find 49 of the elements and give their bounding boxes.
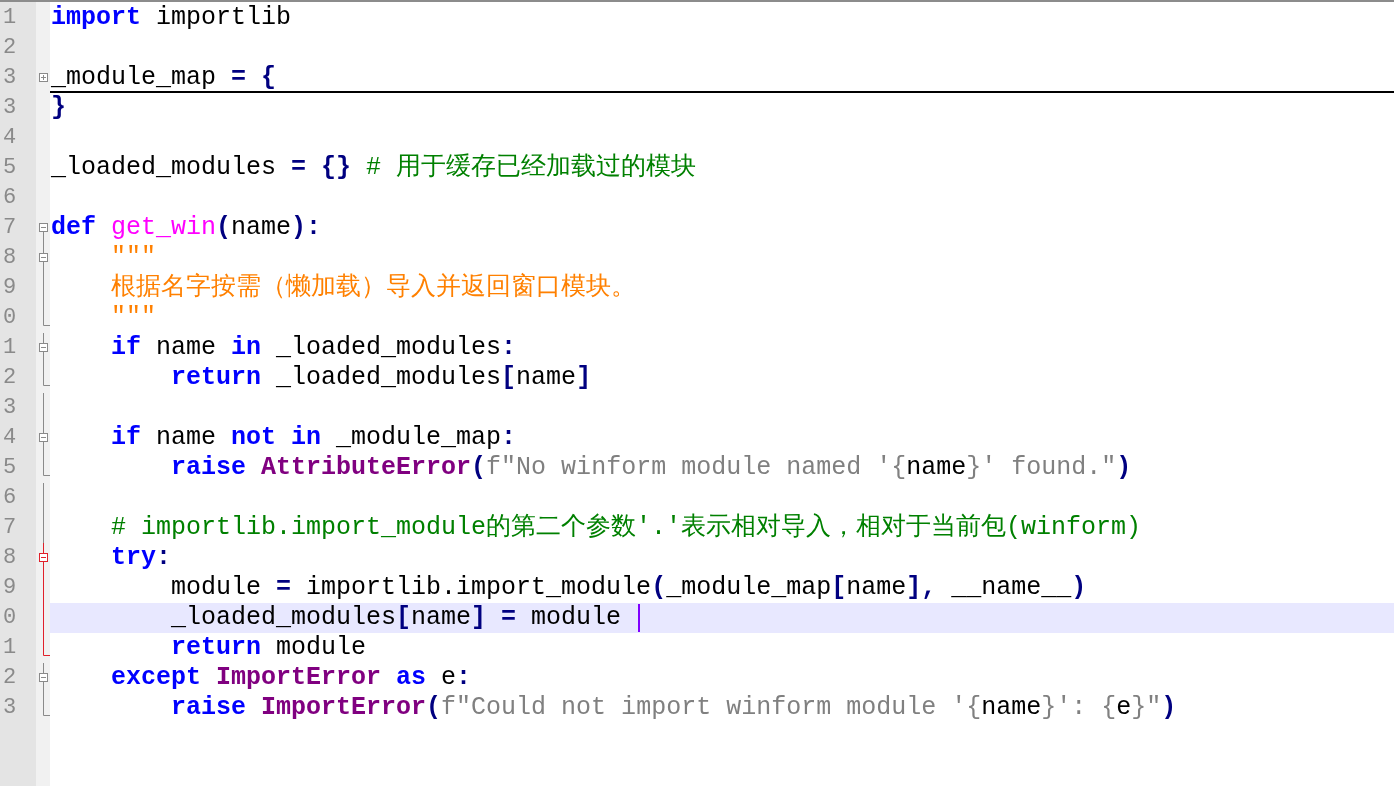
code-line: raise AttributeError(f"No winform module named '{name}' found.")	[170, 453, 1132, 483]
fold-minus-icon[interactable]	[36, 663, 50, 693]
fold-minus-icon[interactable]	[36, 543, 50, 573]
code-line: return module	[170, 633, 367, 663]
line-number: 1	[2, 334, 18, 362]
line-number: 3	[2, 394, 18, 422]
line-number: 7	[2, 514, 18, 542]
line-number: 3	[2, 64, 18, 92]
line-number: 6	[2, 484, 18, 512]
line-number: 6	[2, 184, 18, 212]
line-number: 2	[2, 34, 18, 62]
line-number: 3	[2, 94, 18, 122]
line-number: 0	[2, 304, 18, 332]
line-number: 0	[2, 604, 18, 632]
code-line: _loaded_modules[name] = module	[170, 603, 623, 633]
code-line: """	[110, 303, 157, 333]
code-line: module = importlib.import_module(_module_map[name], __name__)	[170, 573, 1087, 603]
fold-minus-icon[interactable]	[36, 333, 50, 363]
line-number: 7	[2, 214, 18, 242]
line-number: 3	[2, 694, 18, 722]
code-line: return _loaded_modules[name]	[170, 363, 592, 393]
line-number: 5	[2, 454, 18, 482]
fold-minus-icon[interactable]	[36, 423, 50, 453]
code-line: try:	[110, 543, 172, 573]
line-number: 9	[2, 274, 18, 302]
code-line: if name in _loaded_modules:	[110, 333, 517, 363]
text-cursor	[638, 604, 641, 632]
code-line: _loaded_modules = {} # 用于缓存已经加载过的模块	[51, 153, 697, 183]
line-number: 8	[2, 244, 18, 272]
line-number: 1	[2, 4, 18, 32]
code-line: if name not in _module_map:	[110, 423, 517, 453]
code-line: raise ImportError(f"Could not import winform module '{name}': {e}")	[170, 693, 1177, 723]
line-number: 8	[2, 544, 18, 572]
fold-minus-icon[interactable]	[36, 243, 50, 273]
code-line: """	[110, 243, 157, 273]
code-line: 根据名字按需（懒加载）导入并返回窗口模块。	[110, 273, 636, 303]
code-line: def get_win(name):	[51, 213, 322, 243]
line-number: 5	[2, 154, 18, 182]
code-line: }	[51, 93, 66, 123]
code-line: _module_map = {	[51, 63, 277, 93]
line-number: 1	[2, 634, 18, 662]
line-number: 9	[2, 574, 18, 602]
code-line: # importlib.import_module的第二个参数'.'表示相对导入，相对于当前包(winform)	[110, 513, 1142, 543]
line-number: 4	[2, 424, 18, 452]
code-line: import importlib	[51, 3, 292, 33]
line-number: 2	[2, 364, 18, 392]
line-number: 2	[2, 664, 18, 692]
line-number: 4	[2, 124, 18, 152]
code-line: except ImportError as e:	[110, 663, 472, 693]
